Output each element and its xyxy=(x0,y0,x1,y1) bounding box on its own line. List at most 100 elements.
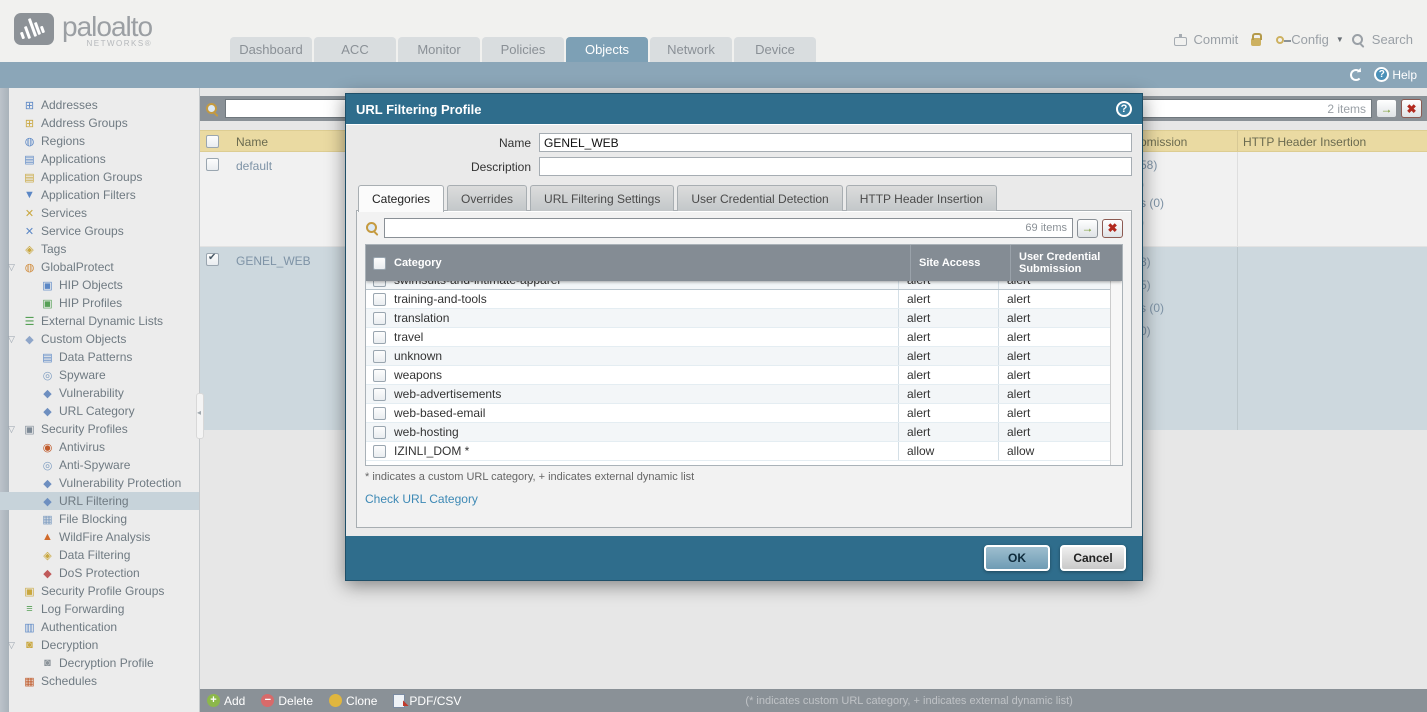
user-credential-submission-value[interactable]: alert xyxy=(998,281,1110,289)
sidebar-item-address-groups[interactable]: ⊞Address Groups xyxy=(0,114,199,132)
category-row-web-advertisements[interactable]: web-advertisementsalertalert xyxy=(366,385,1110,404)
lock-icon[interactable] xyxy=(1251,38,1261,46)
site-access-value[interactable]: alert xyxy=(898,281,998,289)
site-access-value[interactable]: allow xyxy=(898,442,998,460)
search-button[interactable]: Search xyxy=(1372,32,1413,47)
sidebar-item-globalprotect[interactable]: ▽◍GlobalProtect xyxy=(0,258,199,276)
sidebar-item-services[interactable]: ✕Services xyxy=(0,204,199,222)
nav-tab-monitor[interactable]: Monitor xyxy=(398,37,480,62)
sidebar-item-schedules[interactable]: ▦Schedules xyxy=(0,672,199,690)
category-row-weapons[interactable]: weaponsalertalert xyxy=(366,366,1110,385)
category-checkbox[interactable] xyxy=(373,281,386,287)
sidebar-item-vulnerability-protection[interactable]: ◆Vulnerability Protection xyxy=(0,474,199,492)
category-checkbox[interactable] xyxy=(373,312,386,325)
sidebar-item-regions[interactable]: ◍Regions xyxy=(0,132,199,150)
delete-button[interactable]: − Delete xyxy=(261,694,313,708)
site-access-value[interactable]: alert xyxy=(898,309,998,327)
clone-button[interactable]: Clone xyxy=(329,694,377,708)
site-access-value[interactable]: alert xyxy=(898,290,998,308)
sidebar-item-decryption-profile[interactable]: ◙Decryption Profile xyxy=(0,654,199,672)
categories-select-all-checkbox[interactable] xyxy=(373,257,386,270)
sidebar-item-application-filters[interactable]: ▼Application Filters xyxy=(0,186,199,204)
add-button[interactable]: + Add xyxy=(207,694,245,708)
user-credential-submission-column-header[interactable]: User Credential Submission xyxy=(1010,245,1122,281)
site-access-value[interactable]: alert xyxy=(898,347,998,365)
config-button[interactable]: Config xyxy=(1291,32,1329,47)
sidebar-item-url-filtering[interactable]: ◆URL Filtering xyxy=(0,492,199,510)
site-access-value[interactable]: alert xyxy=(898,385,998,403)
profile-name[interactable]: default xyxy=(236,159,272,173)
sidebar-item-url-category[interactable]: ◆URL Category xyxy=(0,402,199,420)
name-field[interactable] xyxy=(539,133,1132,152)
categories-clear-filter-button[interactable]: ✖ xyxy=(1102,219,1123,238)
sidebar-item-service-groups[interactable]: ✕Service Groups xyxy=(0,222,199,240)
user-credential-submission-value[interactable]: alert xyxy=(998,366,1110,384)
nav-tab-network[interactable]: Network xyxy=(650,37,732,62)
nav-tab-device[interactable]: Device xyxy=(734,37,816,62)
user-credential-submission-value[interactable]: alert xyxy=(998,309,1110,327)
category-checkbox[interactable] xyxy=(373,350,386,363)
nav-tab-dashboard[interactable]: Dashboard xyxy=(230,37,312,62)
category-row-travel[interactable]: travelalertalert xyxy=(366,328,1110,347)
site-access-value[interactable]: alert xyxy=(898,423,998,441)
category-row-swimsuits-and-intimate-apparel[interactable]: swimsuits-and-intimate-apparelalertalert xyxy=(366,281,1110,290)
sidebar-item-vulnerability[interactable]: ◆Vulnerability xyxy=(0,384,199,402)
sidebar-item-custom-objects[interactable]: ▽◆Custom Objects xyxy=(0,330,199,348)
check-url-category-link[interactable]: Check URL Category xyxy=(365,492,478,506)
category-row-web-based-email[interactable]: web-based-emailalertalert xyxy=(366,404,1110,423)
category-checkbox[interactable] xyxy=(373,293,386,306)
sidebar-collapse-handle[interactable] xyxy=(196,393,204,439)
category-row-unknown[interactable]: unknownalertalert xyxy=(366,347,1110,366)
apply-filter-button[interactable]: → xyxy=(1376,99,1397,118)
sidebar-item-tags[interactable]: ◈Tags xyxy=(0,240,199,258)
site-access-value[interactable]: alert xyxy=(898,328,998,346)
sidebar-item-security-profile-groups[interactable]: ▣Security Profile Groups xyxy=(0,582,199,600)
select-all-checkbox[interactable] xyxy=(206,135,219,148)
user-credential-submission-value[interactable]: alert xyxy=(998,404,1110,422)
row-checkbox[interactable] xyxy=(206,253,219,266)
site-access-value[interactable]: alert xyxy=(898,366,998,384)
commit-button[interactable]: Commit xyxy=(1194,32,1239,47)
user-credential-submission-value[interactable]: alert xyxy=(998,290,1110,308)
categories-apply-filter-button[interactable]: → xyxy=(1077,219,1098,238)
category-checkbox[interactable] xyxy=(373,369,386,382)
categories-table-scrollbar[interactable] xyxy=(1110,281,1122,465)
sidebar-item-dos-protection[interactable]: ◆DoS Protection xyxy=(0,564,199,582)
nav-tab-policies[interactable]: Policies xyxy=(482,37,564,62)
profile-name[interactable]: GENEL_WEB xyxy=(236,254,311,268)
dialog-tab-url-filtering-settings[interactable]: URL Filtering Settings xyxy=(530,185,674,211)
category-row-training-and-tools[interactable]: training-and-toolsalertalert xyxy=(366,290,1110,309)
dialog-help-icon[interactable]: ? xyxy=(1116,101,1132,117)
user-credential-submission-value[interactable]: alert xyxy=(998,385,1110,403)
sidebar-item-antivirus[interactable]: ◉Antivirus xyxy=(0,438,199,456)
pdf-csv-button[interactable]: PDF/CSV xyxy=(393,694,461,708)
category-checkbox[interactable] xyxy=(373,407,386,420)
sidebar-item-hip-profiles[interactable]: ▣HIP Profiles xyxy=(0,294,199,312)
dialog-tab-user-credential-detection[interactable]: User Credential Detection xyxy=(677,185,842,211)
expand-arrow-icon[interactable]: ▽ xyxy=(8,334,15,345)
dialog-tab-overrides[interactable]: Overrides xyxy=(447,185,527,211)
expand-arrow-icon[interactable]: ▽ xyxy=(8,424,15,435)
category-checkbox[interactable] xyxy=(373,426,386,439)
sidebar-item-decryption[interactable]: ▽◙Decryption xyxy=(0,636,199,654)
site-access-column-header[interactable]: Site Access xyxy=(910,245,1010,281)
sidebar-item-log-forwarding[interactable]: ≡Log Forwarding xyxy=(0,600,199,618)
site-access-value[interactable]: alert xyxy=(898,404,998,422)
dialog-tab-http-header-insertion[interactable]: HTTP Header Insertion xyxy=(846,185,997,211)
sidebar-item-addresses[interactable]: ⊞Addresses xyxy=(0,96,199,114)
dialog-tab-categories[interactable]: Categories xyxy=(358,185,444,212)
categories-search-input[interactable] xyxy=(385,219,1072,237)
name-column-header[interactable]: Name xyxy=(236,135,268,149)
sidebar-item-hip-objects[interactable]: ▣HIP Objects xyxy=(0,276,199,294)
ok-button[interactable]: OK xyxy=(984,545,1050,571)
http-header-insertion-column-header[interactable]: HTTP Header Insertion xyxy=(1243,135,1366,149)
description-field[interactable] xyxy=(539,157,1132,176)
sidebar-item-data-filtering[interactable]: ◈Data Filtering xyxy=(0,546,199,564)
category-checkbox[interactable] xyxy=(373,388,386,401)
clear-filter-button[interactable]: ✖ xyxy=(1401,99,1422,118)
user-credential-submission-value[interactable]: allow xyxy=(998,442,1110,460)
sidebar-item-wildfire-analysis[interactable]: ▲WildFire Analysis xyxy=(0,528,199,546)
submission-column-header[interactable]: omission xyxy=(1140,135,1187,149)
sidebar-item-data-patterns[interactable]: ▤Data Patterns xyxy=(0,348,199,366)
help-button[interactable]: ? Help xyxy=(1374,67,1417,82)
